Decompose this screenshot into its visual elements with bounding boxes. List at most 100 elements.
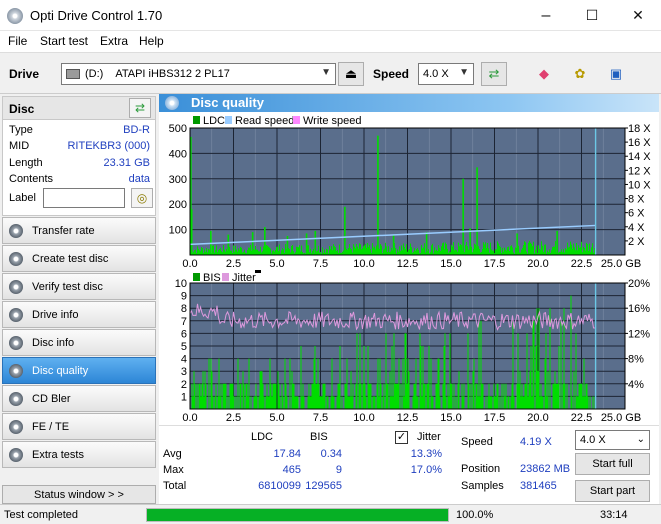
disc-icon [9,336,23,350]
ldc-y2-tick: 10 X [628,179,651,191]
disc-icon [9,280,23,294]
maximize-button[interactable]: ☐ [569,0,615,31]
nav-drive-info[interactable]: Drive info [2,301,156,328]
minimize-button[interactable]: – [523,0,569,31]
disc-length-value: 23.31 GB [103,157,150,169]
menu-extra[interactable]: Extra [100,34,128,48]
ldc-x-tick: 10.0 [353,258,374,270]
bis-y-tick: 10 [175,278,187,290]
nav-label: Verify test disc [32,281,103,293]
drive-icon [66,69,80,79]
disc-mid-key: MID [9,140,30,152]
speed-select[interactable]: 4.0 X ▼ [418,63,474,85]
sidebar: Disc ⇄ Type BD-R MID RITEKBR3 (000) Leng… [0,94,158,504]
stats-avg-ldc: 17.84 [273,448,301,460]
speed-value: 4.0 X [423,68,449,80]
ldc-y-tick: 300 [169,174,187,186]
drive-name: ATAPI iHBS312 2 PL17 [115,68,230,80]
drive-select[interactable]: (D:) ATAPI iHBS312 2 PL17 ▼ [61,63,336,85]
disc-icon [9,364,23,378]
progress-bar [146,508,449,522]
stats-col-bis: BIS [310,431,328,443]
disc-label-button[interactable]: ◎ [131,188,153,208]
chevron-down-icon: ▼ [459,67,469,78]
status-window-button[interactable]: Status window > > [2,485,156,504]
ldc-x-tick: 12.5 [397,258,418,270]
refresh-speed-button[interactable]: ⇄ [481,62,507,86]
bis-y-tick: 8 [181,303,187,315]
nav-verify-test-disc[interactable]: Verify test disc [2,273,156,300]
test-speed-value: 4.0 X [580,434,606,446]
legend-ldc: LDC [203,115,225,127]
stats-avg-label: Avg [163,448,182,460]
disc-refresh-button[interactable]: ⇄ [129,98,151,118]
ldc-y2-tick: 2 X [628,236,645,248]
disc-icon [9,392,23,406]
nav-create-test-disc[interactable]: Create test disc [2,245,156,272]
disc-label-key: Label [9,192,36,204]
bis-x-tick: 17.5 [484,412,505,424]
bis-x-tick: 0.0 [182,412,197,424]
ldc-y-tick: 100 [169,225,187,237]
settings-button[interactable]: ✿ [567,62,593,86]
ldc-y2-tick: 18 X [628,123,651,135]
bis-y-tick: 7 [181,316,187,328]
stats-max-ldc: 465 [282,464,301,476]
legend-jitter: Jitter [232,272,256,284]
stats-total-bis: 129565 [305,480,342,492]
legend-ldc-swatch [193,116,200,124]
jitter-checkbox[interactable]: ✓ [395,431,408,444]
menu-help[interactable]: Help [139,34,164,48]
legend-read-speed: Read speed [235,115,294,127]
bis-x-tick: 22.5 [571,412,592,424]
disc-label-input[interactable] [43,188,125,208]
bis-x-tick: 5.0 [269,412,284,424]
close-button[interactable]: ✕ [615,0,661,31]
nav-disc-quality[interactable]: Disc quality [2,357,156,384]
toolbar: Drive (D:) ATAPI iHBS312 2 PL17 ▼ ⏏ Spee… [0,52,661,94]
ldc-y2-tick: 12 X [628,165,651,177]
nav-fe-te[interactable]: FE / TE [2,413,156,440]
app-disc-icon [7,8,23,24]
stats-avg-bis: 0.34 [320,448,342,460]
disc-icon [9,308,23,322]
bis-x-tick: 2.5 [226,412,241,424]
start-full-button[interactable]: Start full [575,453,650,475]
samples-label: Samples [461,480,504,492]
floppy-icon: ▣ [609,66,623,81]
legend-read-speed-swatch [225,116,232,124]
progress-text: 100.0% [456,509,494,521]
ldc-x-tick: 20.0 [527,258,548,270]
nav-cd-bler[interactable]: CD Bler [2,385,156,412]
drive-letter: (D:) [85,68,104,80]
save-button[interactable]: ▣ [603,62,629,86]
nav-disc-info[interactable]: Disc info [2,329,156,356]
ldc-x-tick: 7.5 [313,258,328,270]
position-label: Position [461,463,501,475]
bis-x-tick: 25.0 GB [601,412,641,424]
bis-x-tick: 12.5 [397,412,418,424]
bis-y-tick: 2 [181,379,187,391]
menu-file[interactable]: File [8,34,27,48]
stats-col-ldc: LDC [251,431,274,443]
menu-bar: File Start test Extra Help [0,31,661,52]
disc-icon [9,420,23,434]
gear-icon: ✿ [574,66,586,81]
nav-transfer-rate[interactable]: Transfer rate [2,217,156,244]
bis-y2-tick: 16% [628,303,650,315]
eject-button[interactable]: ⏏ [338,62,364,86]
menu-start-test[interactable]: Start test [40,34,88,48]
start-part-button[interactable]: Start part [575,480,650,502]
drive-label: Drive [9,67,40,81]
disc-header: Disc ⇄ [2,96,156,120]
nav-extra-tests[interactable]: Extra tests [2,441,156,468]
progress-fill [147,509,448,521]
erase-button[interactable]: ◆ [531,62,557,86]
samples-value: 381465 [520,480,557,492]
ldc-y2-tick: 4 X [628,222,645,234]
bis-x-tick: 7.5 [313,412,328,424]
test-speed-select[interactable]: 4.0 X ⌄ [575,430,650,450]
bis-y-tick: 4 [181,354,187,366]
panel-header: Disc quality [159,94,659,112]
stats-panel: LDC BIS Avg 17.84 0.34 13.3% Max 465 9 1… [159,425,659,504]
